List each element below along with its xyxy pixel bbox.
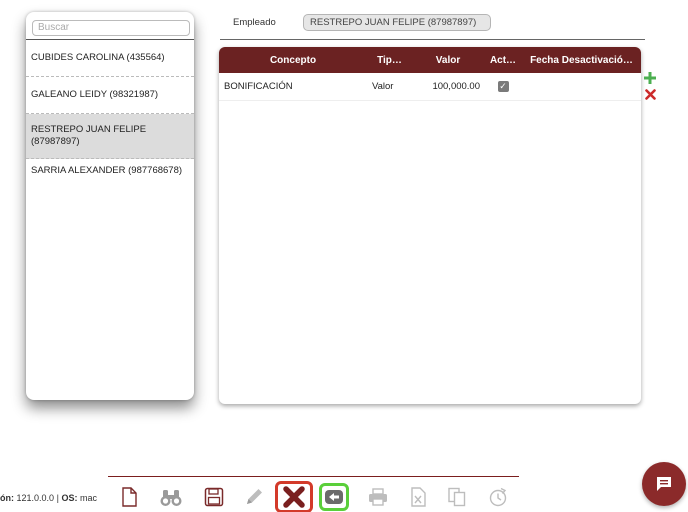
list-item[interactable]: CUBIDES CAROLINA (435564) <box>26 40 194 77</box>
os-label: OS: <box>61 493 78 503</box>
chat-icon <box>657 477 671 491</box>
app-window: CUBIDES CAROLINA (435564) GALEANO LEIDY … <box>0 0 688 512</box>
concepts-grid: Concepto Tip… Valor Act… Fecha Desactiva… <box>219 47 641 404</box>
version-label: ón: <box>0 493 14 503</box>
separator: | <box>56 493 59 503</box>
export-excel-button[interactable] <box>404 483 432 511</box>
new-button[interactable] <box>115 483 143 511</box>
version-info: ón: 121.0.0.0 | OS: mac <box>0 493 97 503</box>
search-button[interactable] <box>157 483 185 511</box>
history-button[interactable] <box>484 483 512 511</box>
back-button[interactable] <box>319 483 349 511</box>
employee-name: SARRIA ALEXANDER (987768678) <box>31 164 183 176</box>
new-document-icon <box>122 487 137 507</box>
plus-icon <box>644 72 656 84</box>
empleado-label: Empleado <box>233 17 276 28</box>
column-header-activo[interactable]: Act… <box>484 55 522 66</box>
edit-icon <box>247 489 262 504</box>
toolbar-divider <box>108 476 519 477</box>
binoculars-icon <box>160 490 182 506</box>
search-bar <box>26 12 194 40</box>
employee-name: RESTREPO JUAN FELIPE (87987897) <box>31 123 147 148</box>
employee-name: GALEANO LEIDY (98321987) <box>31 88 159 100</box>
copy-button[interactable] <box>443 483 471 511</box>
add-row-button[interactable] <box>644 72 656 84</box>
cell-tipo: Valor <box>372 81 394 92</box>
cell-concepto: BONIFICACIÓN <box>224 81 293 92</box>
search-input[interactable] <box>32 19 190 36</box>
table-row[interactable]: BONIFICACIÓN Valor 100,000.00 ✓ <box>219 73 641 101</box>
list-item-selected[interactable]: RESTREPO JUAN FELIPE (87987897) <box>26 114 194 159</box>
back-icon <box>325 490 343 504</box>
empleado-field: RESTREPO JUAN FELIPE (87987897) <box>303 14 491 31</box>
column-header-valor[interactable]: Valor <box>412 55 484 66</box>
print-icon <box>369 488 387 506</box>
column-header-fecha-desactivacion[interactable]: Fecha Desactivació… <box>522 55 641 66</box>
save-icon <box>204 487 224 507</box>
print-button[interactable] <box>364 483 392 511</box>
employee-list-panel: CUBIDES CAROLINA (435564) GALEANO LEIDY … <box>26 12 194 400</box>
column-header-concepto[interactable]: Concepto <box>219 55 367 66</box>
list-item[interactable]: GALEANO LEIDY (98321987) <box>26 77 194 114</box>
delete-row-button[interactable] <box>644 88 656 100</box>
excel-icon <box>411 487 426 507</box>
cancel-button[interactable] <box>275 481 313 512</box>
cancel-icon <box>283 486 305 508</box>
save-button[interactable] <box>200 483 228 511</box>
cell-activo: ✓ <box>484 81 522 92</box>
column-header-tipo[interactable]: Tip… <box>367 55 412 66</box>
employee-name: CUBIDES CAROLINA (435564) <box>31 51 165 63</box>
header-divider <box>220 39 645 40</box>
history-icon <box>489 487 507 507</box>
os-value: mac <box>79 493 97 503</box>
activo-checkbox[interactable]: ✓ <box>497 81 509 92</box>
copy-icon <box>448 487 466 507</box>
cell-valor: 100,000.00 <box>432 81 480 92</box>
edit-button[interactable] <box>240 483 268 511</box>
version-value: 121.0.0.0 <box>16 493 55 503</box>
chat-button[interactable] <box>642 462 686 506</box>
close-icon <box>644 88 656 100</box>
list-item[interactable]: SARRIA ALEXANDER (987768678) <box>26 159 194 183</box>
grid-header: Concepto Tip… Valor Act… Fecha Desactiva… <box>219 47 641 73</box>
